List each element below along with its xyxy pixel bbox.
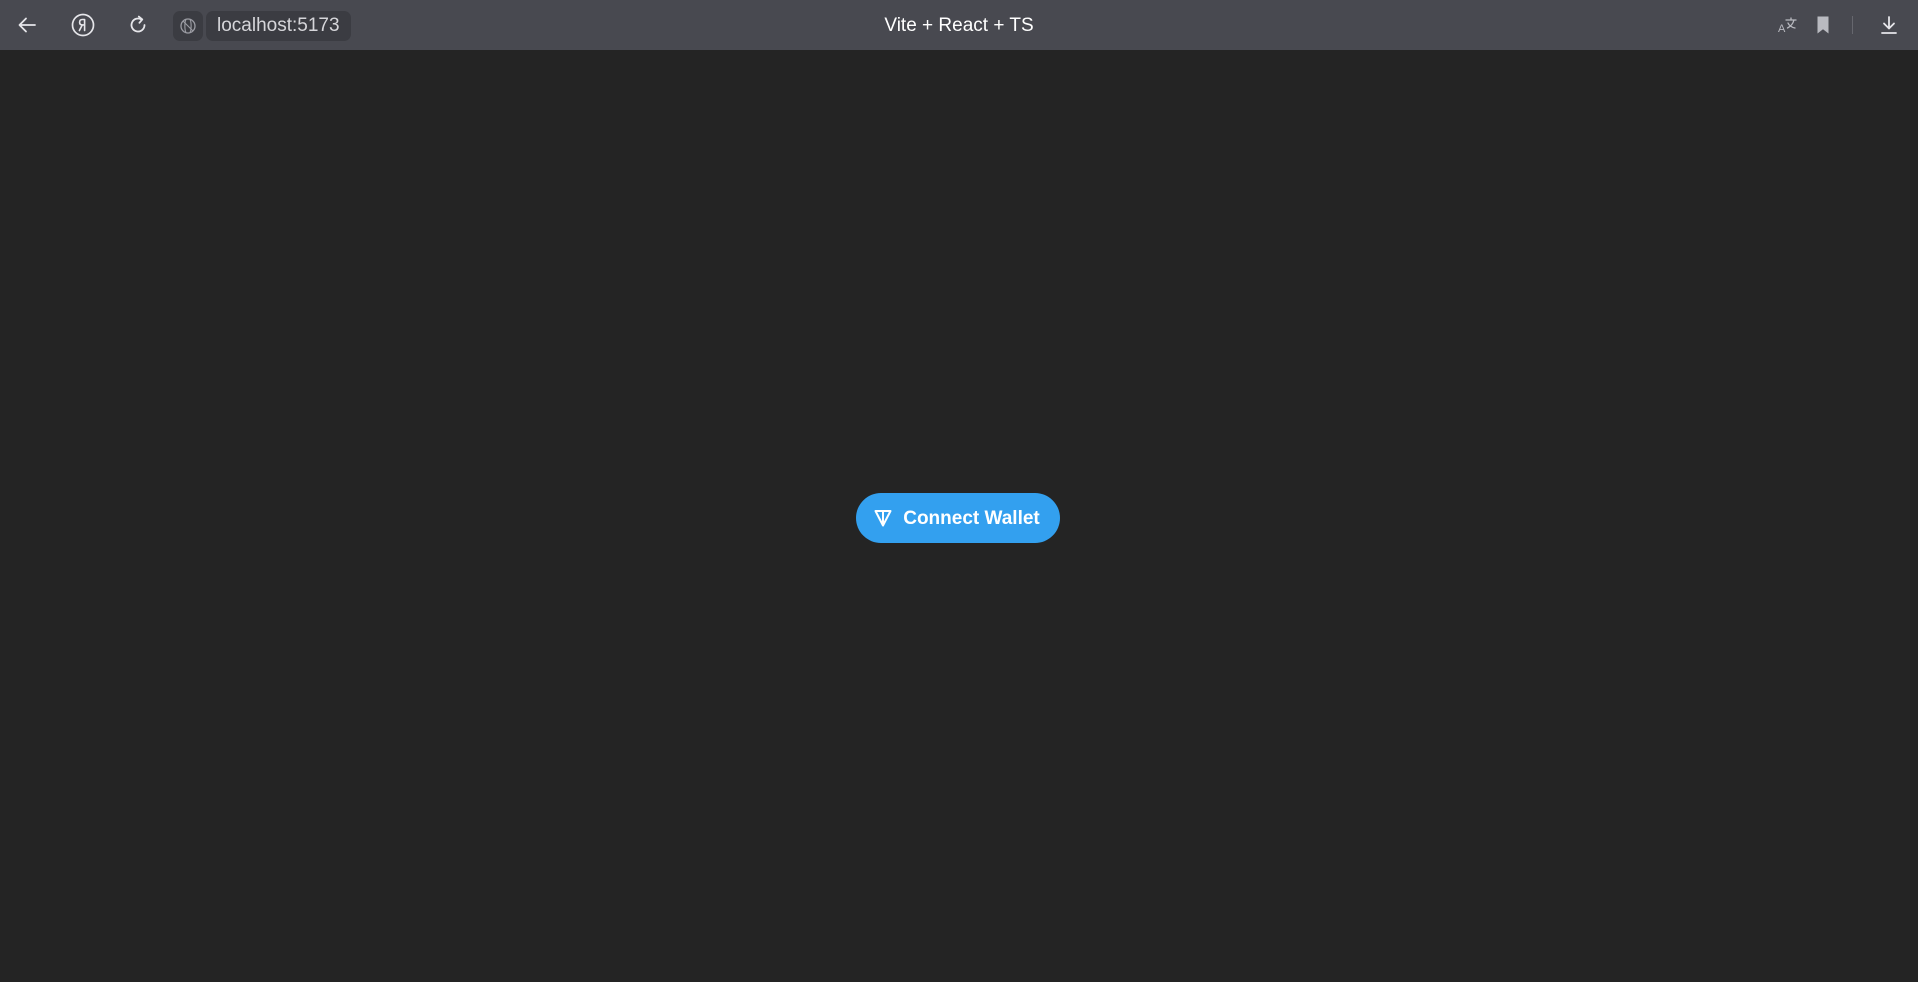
ton-diamond-icon <box>874 510 892 527</box>
reload-button[interactable] <box>120 7 156 43</box>
bookmark-icon <box>1817 16 1829 34</box>
yandex-logo-icon <box>71 13 95 37</box>
bookmark-button[interactable] <box>1805 7 1841 43</box>
translate-button[interactable]: A <box>1770 7 1806 43</box>
browser-toolbar: localhost:5173 Vite + React + TS A <box>0 0 1918 50</box>
reload-icon <box>130 15 146 33</box>
connect-wallet-label: Connect Wallet <box>903 507 1040 529</box>
download-icon <box>1881 16 1897 34</box>
address-bar[interactable]: localhost:5173 <box>206 11 351 41</box>
svg-text:A: A <box>1778 23 1786 35</box>
download-button[interactable] <box>1871 7 1907 43</box>
back-arrow-icon <box>18 17 36 33</box>
back-button[interactable] <box>9 7 45 43</box>
site-info-button[interactable] <box>173 11 203 41</box>
connect-wallet-button[interactable]: Connect Wallet <box>856 493 1060 543</box>
yandex-button[interactable] <box>65 7 101 43</box>
site-globe-icon <box>180 18 196 34</box>
url-text: localhost:5173 <box>217 15 340 36</box>
toolbar-divider <box>1852 16 1853 34</box>
translate-icon: A <box>1778 17 1797 35</box>
